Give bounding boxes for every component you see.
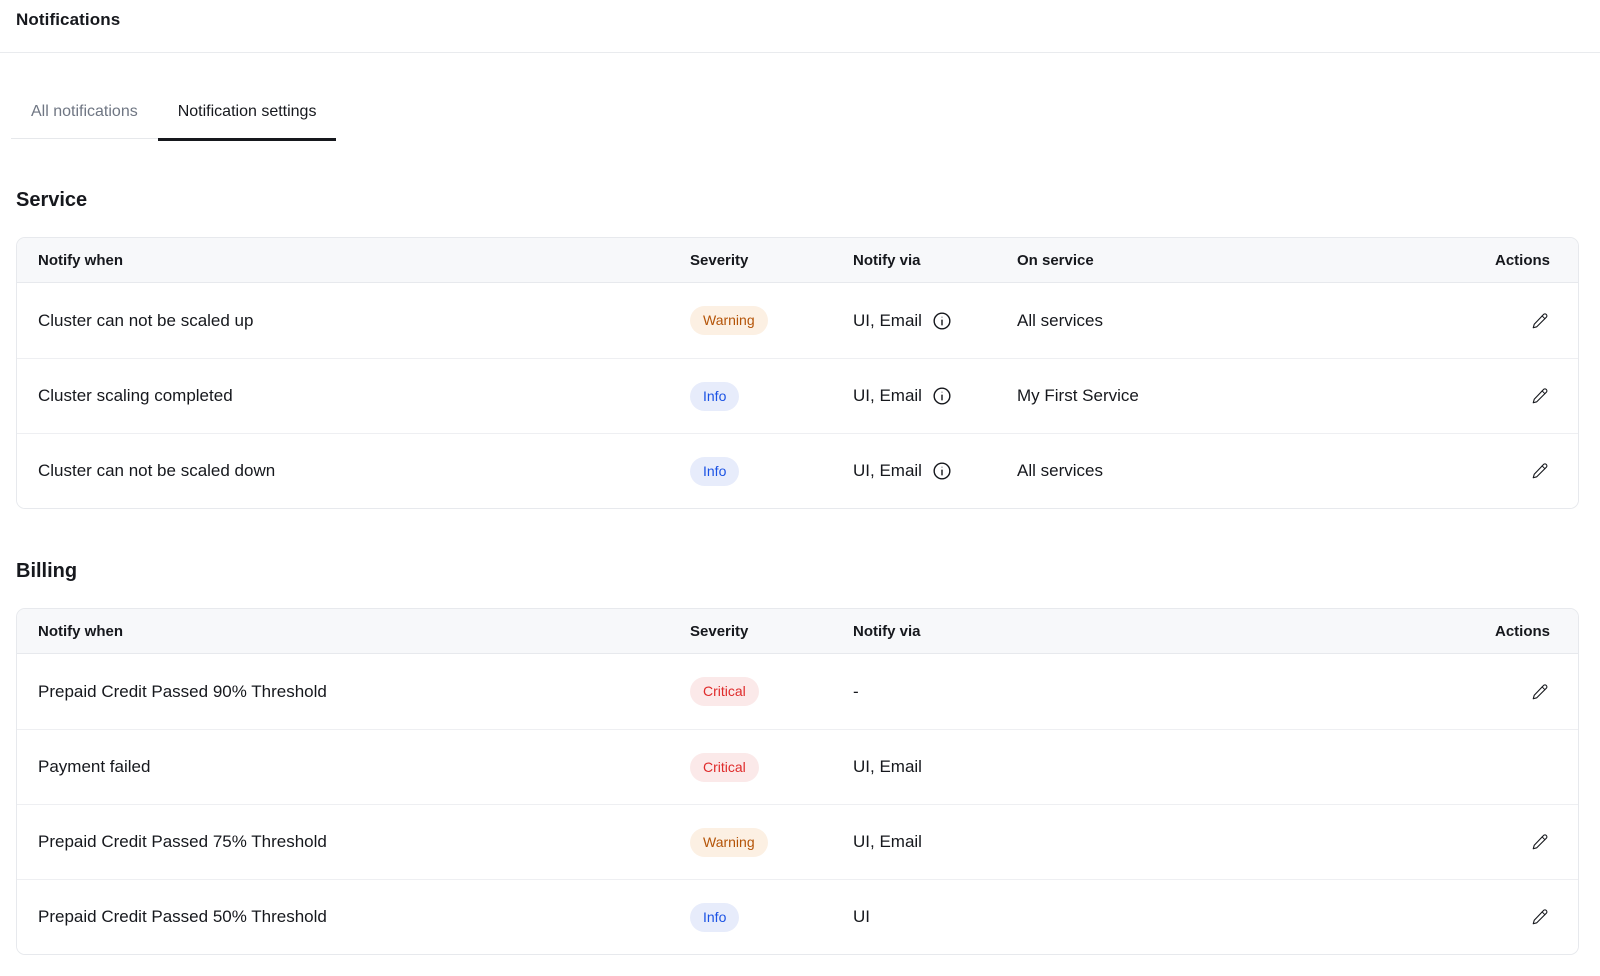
pencil-icon <box>1531 683 1549 701</box>
table-row: Cluster can not be scaled up Warning UI,… <box>17 283 1578 358</box>
edit-button[interactable] <box>1530 832 1550 852</box>
notification-section: Billing Notify when Severity Notify via … <box>16 559 1579 955</box>
notify-via-cell: UI, Email <box>853 311 1017 331</box>
edit-button[interactable] <box>1530 311 1550 331</box>
actions-cell <box>1510 832 1550 852</box>
column-header-severity: Severity <box>690 623 853 640</box>
table-header-row: Notify when Severity Notify via On servi… <box>17 238 1578 283</box>
severity-cell: Info <box>690 903 853 932</box>
pencil-icon <box>1531 387 1549 405</box>
pencil-icon <box>1531 312 1549 330</box>
table-row: Cluster scaling completed Info UI, Email… <box>17 358 1578 433</box>
actions-cell <box>1510 682 1550 702</box>
column-header-severity: Severity <box>690 252 853 269</box>
on-service-cell: All services <box>1017 461 1510 481</box>
severity-cell: Warning <box>690 306 853 335</box>
pencil-icon <box>1531 833 1549 851</box>
tab-notification-settings[interactable]: Notification settings <box>158 102 337 138</box>
actions-cell <box>1510 311 1550 331</box>
notification-settings-table: Notify when Severity Notify via On servi… <box>16 237 1579 509</box>
severity-badge: Critical <box>690 753 759 782</box>
notify-via-text: - <box>853 682 859 702</box>
notify-via-cell: UI, Email <box>853 461 1017 481</box>
severity-badge: Warning <box>690 828 768 857</box>
column-header-actions: Actions <box>1510 252 1550 269</box>
tab-bar: All notifications Notification settings <box>11 102 1600 138</box>
pencil-icon <box>1531 462 1549 480</box>
notify-when-cell: Cluster can not be scaled up <box>38 311 690 331</box>
column-header-actions: Actions <box>1510 623 1550 640</box>
table-row: Prepaid Credit Passed 90% Threshold Crit… <box>17 654 1578 729</box>
info-icon[interactable] <box>932 461 952 481</box>
notify-via-text: UI, Email <box>853 386 922 406</box>
severity-badge: Warning <box>690 306 768 335</box>
tab-all-notifications[interactable]: All notifications <box>11 102 158 138</box>
severity-cell: Critical <box>690 677 853 706</box>
notify-when-cell: Prepaid Credit Passed 50% Threshold <box>38 907 690 927</box>
severity-cell: Warning <box>690 828 853 857</box>
severity-badge: Info <box>690 457 739 486</box>
severity-badge: Info <box>690 903 739 932</box>
notify-via-text: UI, Email <box>853 311 922 331</box>
notify-via-text: UI, Email <box>853 461 922 481</box>
notify-via-text: UI, Email <box>853 832 922 852</box>
page-header: Notifications <box>0 0 1600 53</box>
edit-button[interactable] <box>1530 386 1550 406</box>
table-body: Cluster can not be scaled up Warning UI,… <box>17 283 1578 508</box>
table-row: Cluster can not be scaled down Info UI, … <box>17 433 1578 508</box>
severity-cell: Critical <box>690 753 853 782</box>
notify-via-text: UI, Email <box>853 757 922 777</box>
column-header-notify-when: Notify when <box>38 623 690 640</box>
notify-when-cell: Prepaid Credit Passed 75% Threshold <box>38 832 690 852</box>
notify-via-cell: UI <box>853 907 1510 927</box>
notify-via-cell: UI, Email <box>853 832 1510 852</box>
actions-cell <box>1510 907 1550 927</box>
notification-section: Service Notify when Severity Notify via … <box>16 188 1579 509</box>
notification-settings-content: Service Notify when Severity Notify via … <box>16 188 1579 955</box>
actions-cell <box>1510 386 1550 406</box>
column-header-notify-via: Notify via <box>853 252 1017 269</box>
severity-cell: Info <box>690 457 853 486</box>
severity-cell: Info <box>690 382 853 411</box>
notify-via-cell: UI, Email <box>853 386 1017 406</box>
edit-button[interactable] <box>1530 907 1550 927</box>
notify-via-text: UI <box>853 907 870 927</box>
section-heading: Service <box>16 188 1579 212</box>
notify-when-cell: Cluster scaling completed <box>38 386 690 406</box>
section-heading: Billing <box>16 559 1579 583</box>
table-row: Payment failed Critical UI, Email <box>17 729 1578 804</box>
table-row: Prepaid Credit Passed 50% Threshold Info… <box>17 879 1578 954</box>
actions-cell <box>1510 461 1550 481</box>
on-service-cell: My First Service <box>1017 386 1510 406</box>
table-row: Prepaid Credit Passed 75% Threshold Warn… <box>17 804 1578 879</box>
column-header-notify-when: Notify when <box>38 252 690 269</box>
severity-badge: Critical <box>690 677 759 706</box>
notify-when-cell: Cluster can not be scaled down <box>38 461 690 481</box>
notify-when-cell: Payment failed <box>38 757 690 777</box>
severity-badge: Info <box>690 382 739 411</box>
edit-button[interactable] <box>1530 461 1550 481</box>
table-header-row: Notify when Severity Notify via Actions <box>17 609 1578 654</box>
notify-via-cell: UI, Email <box>853 757 1510 777</box>
info-icon[interactable] <box>932 311 952 331</box>
on-service-cell: All services <box>1017 311 1510 331</box>
edit-button[interactable] <box>1530 682 1550 702</box>
column-header-notify-via: Notify via <box>853 623 1510 640</box>
table-body: Prepaid Credit Passed 90% Threshold Crit… <box>17 654 1578 954</box>
pencil-icon <box>1531 908 1549 926</box>
column-header-on-service: On service <box>1017 252 1510 269</box>
notification-settings-table: Notify when Severity Notify via Actions … <box>16 608 1579 955</box>
notify-via-cell: - <box>853 682 1510 702</box>
page-title: Notifications <box>16 7 1584 33</box>
info-icon[interactable] <box>932 386 952 406</box>
notify-when-cell: Prepaid Credit Passed 90% Threshold <box>38 682 690 702</box>
